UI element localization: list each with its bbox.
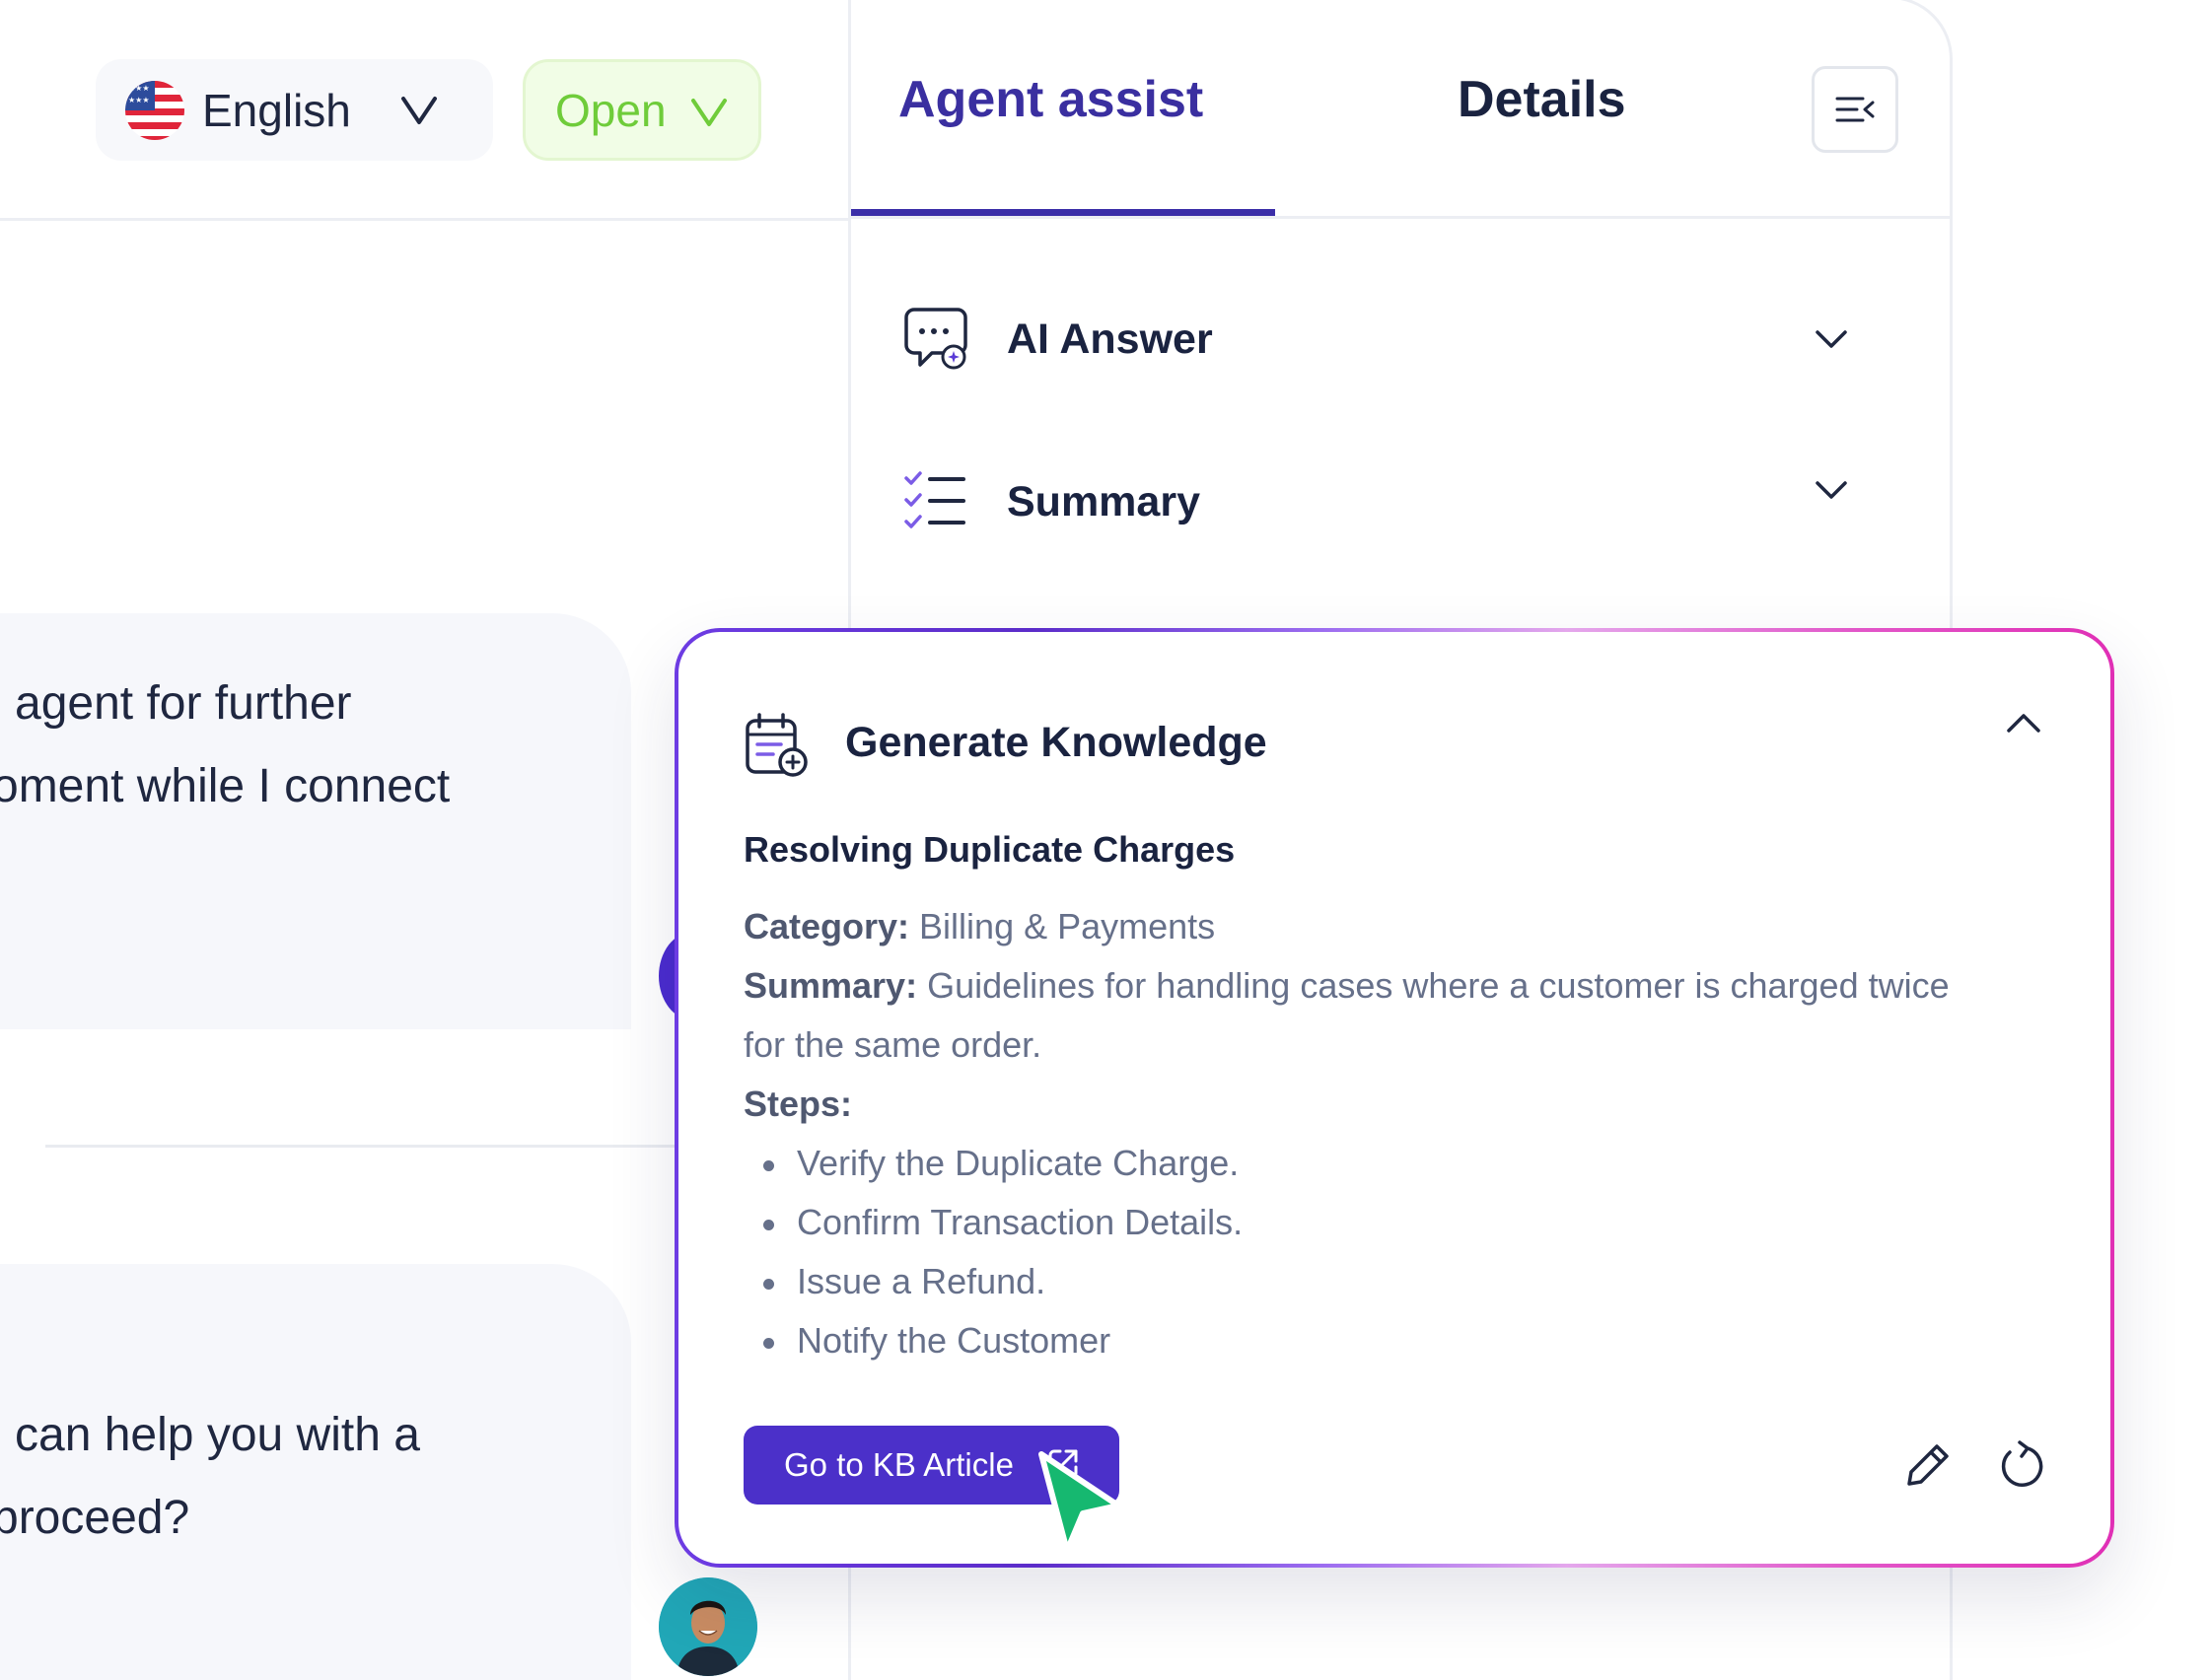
steps-label: Steps:	[744, 1084, 853, 1124]
customer-avatar	[659, 1577, 757, 1676]
steps-list: Verify the Duplicate Charge. Confirm Tra…	[744, 1143, 1243, 1379]
kb-button-label: Go to KB Article	[784, 1446, 1014, 1483]
tab-agent-assist[interactable]: Agent assist	[898, 70, 1203, 129]
status-label: Open	[555, 84, 667, 136]
person-icon	[659, 1577, 757, 1676]
chat-message-line: proceed?	[0, 1492, 190, 1544]
section-title: AI Answer	[1007, 315, 1213, 363]
category-label: Category:	[744, 906, 910, 946]
chevron-down-icon	[1816, 330, 1847, 348]
active-tab-indicator	[851, 209, 1275, 216]
panel-menu-button[interactable]	[1812, 66, 1898, 153]
chat-message-line: can help you with a	[15, 1409, 420, 1461]
step-item: Verify the Duplicate Charge.	[744, 1143, 1243, 1202]
language-label: English	[202, 84, 351, 136]
chat-message: agent for further oment while I connect	[0, 613, 631, 1029]
chat-message-line: oment while I connect	[0, 760, 451, 812]
chevron-up-icon[interactable]	[2004, 707, 2043, 740]
refresh-icon[interactable]	[1998, 1440, 2045, 1490]
topbar-divider	[0, 218, 849, 221]
chat-message: can help you with a proceed?	[0, 1264, 631, 1680]
article-title: Resolving Duplicate Charges	[744, 829, 1236, 870]
collapse-menu-icon	[1835, 97, 1875, 122]
tabs-divider	[851, 216, 1950, 219]
generate-knowledge-card: Generate Knowledge Resolving Duplicate C…	[675, 628, 2114, 1568]
summary-label: Summary:	[744, 965, 918, 1006]
pencil-icon[interactable]	[1905, 1440, 1953, 1488]
step-item: Issue a Refund.	[744, 1261, 1243, 1320]
checklist-icon	[904, 471, 965, 528]
knowledge-calendar-icon	[746, 713, 808, 777]
card-title: Generate Knowledge	[845, 719, 1267, 766]
steps-line: Steps:	[744, 1084, 852, 1125]
chevron-down-icon	[1816, 481, 1847, 499]
us-flag-icon	[125, 80, 184, 140]
category-line: Category: Billing & Payments	[744, 906, 1215, 947]
tab-details[interactable]: Details	[1458, 70, 1626, 129]
summary-value-continued: for the same order.	[744, 1024, 1042, 1065]
summary-line: Summary: Guidelines for handling cases w…	[744, 965, 1950, 1007]
mouse-cursor-icon	[1038, 1451, 1121, 1554]
section-summary[interactable]: Summary	[902, 457, 1908, 546]
step-item: Notify the Customer	[744, 1320, 1243, 1379]
section-ai-answer[interactable]: AI Answer	[902, 295, 1908, 384]
status-select[interactable]: Open	[523, 59, 761, 161]
summary-value: Guidelines for handling cases where a cu…	[927, 965, 1950, 1006]
section-title: Summary	[1007, 477, 1200, 525]
language-select[interactable]: English	[96, 59, 493, 161]
category-value: Billing & Payments	[919, 906, 1216, 946]
chevron-down-icon	[691, 99, 727, 126]
chat-message-line: agent for further	[15, 677, 352, 730]
ai-chat-icon	[904, 308, 967, 370]
step-item: Confirm Transaction Details.	[744, 1202, 1243, 1261]
chevron-down-icon	[401, 97, 437, 124]
